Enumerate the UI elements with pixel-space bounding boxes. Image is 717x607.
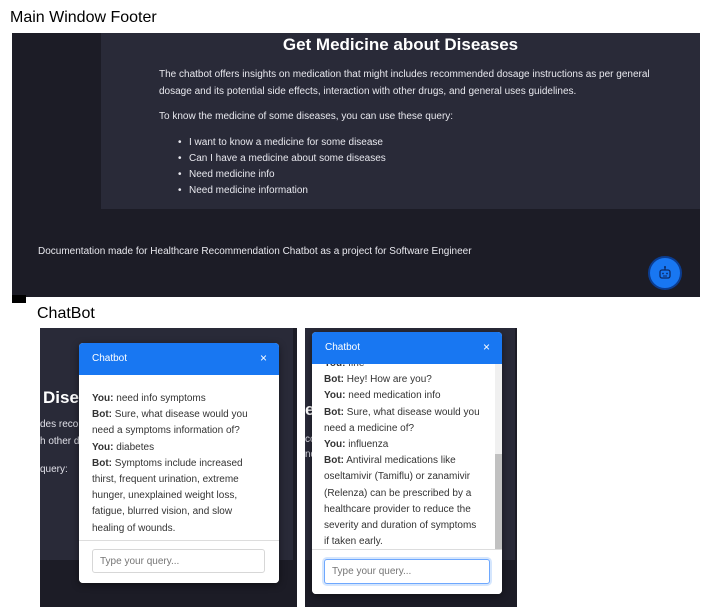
user-message: You: need info symptoms xyxy=(92,393,206,404)
query-list: I want to know a medicine for some disea… xyxy=(177,135,386,199)
bot-message: Bot: Hey! How are you? xyxy=(324,374,432,386)
scrollbar-thumb[interactable] xyxy=(495,454,502,550)
background-text: query: xyxy=(40,464,68,475)
background-heading: Dise xyxy=(43,388,79,407)
card-description: The chatbot offers insights on medicatio… xyxy=(159,69,650,97)
chatbot-screenshot-b: e co nd You: fine Bot: Hey! How are you?… xyxy=(305,328,517,607)
user-message: You: need medication info xyxy=(324,390,441,402)
chatbot-header: Chatbot × xyxy=(79,343,279,375)
chatbot-window: Chatbot × You: need info symptoms Bot: S… xyxy=(79,343,279,583)
bot-message: Bot: Sure, what disease would you need a… xyxy=(92,409,248,437)
user-message: You: influenza xyxy=(324,439,389,451)
robot-icon xyxy=(659,266,671,279)
card-query-intro: To know the medicine of some diseases, y… xyxy=(159,111,454,122)
page-footer: Documentation made for Healthcare Recomm… xyxy=(12,210,700,297)
user-message: You: diabetes xyxy=(92,441,155,453)
chatbot-title: Chatbot xyxy=(325,342,361,353)
bot-message: Bot: Symptoms include increased thirst, … xyxy=(92,457,243,534)
query-input[interactable] xyxy=(92,549,265,573)
bot-message: Bot: Sure, what disease would you need a… xyxy=(324,406,480,434)
card-title: Get Medicine about Diseases xyxy=(282,35,519,54)
caption-main-window-footer: Main Window Footer xyxy=(10,9,157,26)
list-item: I want to know a medicine for some disea… xyxy=(178,135,386,151)
footer-text: Documentation made for Healthcare Recomm… xyxy=(38,246,472,257)
bot-message: Bot: Antiviral medications like oseltami… xyxy=(324,455,477,548)
chatbot-window: You: fine Bot: Hey! How are you? You: ne… xyxy=(312,332,502,594)
background-text: h other d xyxy=(40,436,80,447)
chatbot-header: Chatbot × xyxy=(312,332,502,364)
chat-input-area xyxy=(79,540,279,583)
chat-messages: You: fine Bot: Hey! How are you? You: ne… xyxy=(324,356,484,550)
list-item: Can I have a medicine about some disease… xyxy=(178,151,386,167)
chatbot-screenshot-a: Dise des reco h other d query: Chatbot ×… xyxy=(40,328,297,607)
main-window-screenshot: Get Medicine about Diseases The chatbot … xyxy=(12,33,700,303)
chat-scrollbar[interactable] xyxy=(495,364,502,550)
corner-mark xyxy=(12,295,26,303)
chatbot-title: Chatbot xyxy=(92,353,128,364)
medicine-info-card: Get Medicine about Diseases The chatbot … xyxy=(101,33,700,209)
close-icon[interactable]: × xyxy=(260,351,267,365)
open-chat-button[interactable] xyxy=(648,256,682,290)
caption-chatbot: ChatBot xyxy=(37,305,95,322)
chat-messages: You: need info symptoms Bot: Sure, what … xyxy=(92,391,267,537)
chat-input-area xyxy=(312,549,502,594)
list-item: Need medicine info xyxy=(178,167,386,183)
query-input[interactable] xyxy=(324,559,490,584)
list-item: Need medicine information xyxy=(178,183,386,199)
background-text: des reco xyxy=(40,419,79,430)
close-icon[interactable]: × xyxy=(483,340,490,354)
